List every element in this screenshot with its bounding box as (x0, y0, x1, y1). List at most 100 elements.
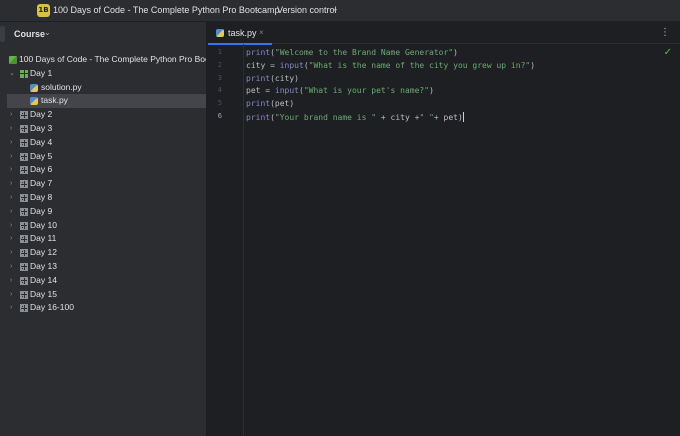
tree-item-day[interactable]: › Day 7 (7, 177, 206, 191)
tree-item-day[interactable]: › Day 6 (7, 163, 206, 177)
python-file-icon (30, 97, 38, 106)
tree-item-day[interactable]: › Day 3 (7, 122, 206, 136)
line-number: 5 (217, 99, 222, 108)
day-label: Day 10 (30, 219, 57, 230)
tab-label: task.py (228, 28, 257, 38)
tree-item-day[interactable]: › Day 12 (7, 246, 206, 260)
tool-window-strip (0, 22, 7, 436)
lesson-icon (20, 111, 28, 120)
chevron-right-icon[interactable]: › (10, 150, 12, 164)
code-line[interactable]: pet = input("What is your pet's name?") (246, 86, 434, 95)
project-name[interactable]: 100 Days of Code - The Complete Python P… (53, 5, 279, 15)
lesson-icon (20, 276, 28, 285)
day-label: Day 7 (30, 178, 53, 189)
line-number: 2 (217, 60, 222, 69)
line-number-gutter: 1 2 3 4 5 6 (208, 44, 244, 436)
lesson-done-icon (20, 69, 28, 78)
day-label: Day 9 (30, 205, 53, 216)
lesson-icon (20, 304, 28, 313)
lesson-icon (20, 180, 28, 189)
line-number: 1 (217, 48, 222, 56)
chevron-right-icon[interactable]: › (10, 177, 12, 191)
tree-item-day[interactable]: › Day 14 (7, 274, 206, 288)
python-file-icon (30, 83, 38, 92)
code-line[interactable]: print("Welcome to the Brand Name Generat… (246, 48, 458, 57)
chevron-down-icon[interactable]: ⌄ (9, 67, 15, 81)
lesson-icon (20, 152, 28, 161)
tree-item-day[interactable]: › Day 16-100 (7, 301, 206, 315)
course-tool-window-button[interactable] (0, 26, 5, 42)
close-icon[interactable]: × (259, 28, 264, 37)
lesson-icon (20, 138, 28, 147)
lesson-icon (20, 235, 28, 244)
tree-item-day[interactable]: › Day 10 (7, 219, 206, 233)
title-bar: 1B 100 Days of Code - The Complete Pytho… (0, 0, 680, 22)
day-label: Day 12 (30, 247, 57, 258)
tree-item-day[interactable]: › Day 11 (7, 232, 206, 246)
tab-task-py[interactable]: task.py × (208, 22, 272, 45)
chevron-right-icon[interactable]: › (10, 136, 12, 150)
lesson-icon (20, 124, 28, 133)
tree-item-day[interactable]: › Day 2 (7, 108, 206, 122)
tree-item-day[interactable]: › Day 15 (7, 288, 206, 302)
file-label: solution.py (41, 81, 82, 92)
chevron-right-icon[interactable]: › (10, 205, 12, 219)
chevron-right-icon[interactable]: › (10, 288, 12, 302)
course-sidebar: Course ⌄ 100 Days of Code - The Complete… (7, 22, 207, 436)
tree-item-day[interactable]: › Day 8 (7, 191, 206, 205)
lesson-icon (20, 207, 28, 216)
chevron-right-icon[interactable]: › (10, 260, 12, 274)
chevron-right-icon[interactable]: › (10, 232, 12, 246)
code-line[interactable]: print(pet) (246, 99, 294, 108)
lesson-icon (20, 290, 28, 299)
tree-item-day-1[interactable]: ⌄ Day 1 (7, 67, 206, 81)
code-line[interactable]: print(city) (246, 74, 299, 83)
tree-item-day[interactable]: › Day 13 (7, 260, 206, 274)
lesson-icon (20, 249, 28, 258)
project-badge-icon[interactable]: 1B (37, 4, 50, 17)
day-label: Day 5 (30, 150, 53, 161)
check-icon[interactable]: ✓ (664, 47, 672, 58)
chevron-right-icon[interactable]: › (10, 122, 12, 136)
more-vertical-icon[interactable]: ⋮ (660, 27, 670, 38)
editor-tab-bar: task.py × ⋮ (208, 22, 680, 45)
file-label: task.py (41, 95, 68, 106)
chevron-right-icon[interactable]: › (10, 274, 12, 288)
day-label: Day 13 (30, 260, 57, 271)
day-label: Day 11 (30, 233, 57, 244)
chevron-right-icon[interactable]: › (10, 246, 12, 260)
sidebar-chevron-down-icon[interactable]: ⌄ (44, 28, 51, 37)
code-line[interactable]: city = input("What is the name of the ci… (246, 61, 535, 70)
chevron-right-icon[interactable]: › (10, 219, 12, 233)
day-label: Day 1 (30, 67, 53, 78)
day-label: Day 6 (30, 164, 53, 175)
course-icon (9, 56, 17, 64)
editor-area: task.py × ⋮ ✓ 1 2 3 4 5 6 print("Welcome to t… (208, 22, 680, 436)
course-tree: 100 Days of Code - The Complete Python P… (7, 53, 206, 315)
day-label: Day 16-100 (30, 302, 74, 313)
python-file-icon (216, 29, 224, 37)
line-number: 4 (217, 86, 222, 95)
version-control-menu[interactable]: Version control (277, 5, 337, 15)
vcs-chevron-down-icon[interactable]: ⌄ (332, 4, 339, 13)
day-label: Day 2 (30, 109, 53, 120)
chevron-right-icon[interactable]: › (10, 108, 12, 122)
line-number: 6 (217, 112, 222, 120)
chevron-right-icon[interactable]: › (10, 301, 12, 315)
chevron-right-icon[interactable]: › (10, 163, 12, 177)
tree-item-course[interactable]: 100 Days of Code - The Complete Python P… (7, 53, 206, 67)
day-label: Day 14 (30, 274, 57, 285)
chevron-right-icon[interactable]: › (10, 191, 12, 205)
tree-item-day[interactable]: › Day 4 (7, 136, 206, 150)
text-caret (462, 112, 464, 122)
tree-item-day[interactable]: › Day 5 (7, 150, 206, 164)
tree-item-file[interactable]: solution.py (7, 81, 206, 95)
sidebar-title[interactable]: Course (14, 29, 45, 39)
course-title: 100 Days of Code - The Complete Python P… (19, 54, 206, 64)
project-chevron-down-icon[interactable]: ⌄ (254, 4, 261, 13)
tree-item-file[interactable]: task.py (7, 94, 206, 109)
day-label: Day 3 (30, 122, 53, 133)
line-number: 3 (217, 73, 222, 82)
code-line[interactable]: print("Your brand name is " + city +" "+… (246, 112, 464, 122)
tree-item-day[interactable]: › Day 9 (7, 205, 206, 219)
